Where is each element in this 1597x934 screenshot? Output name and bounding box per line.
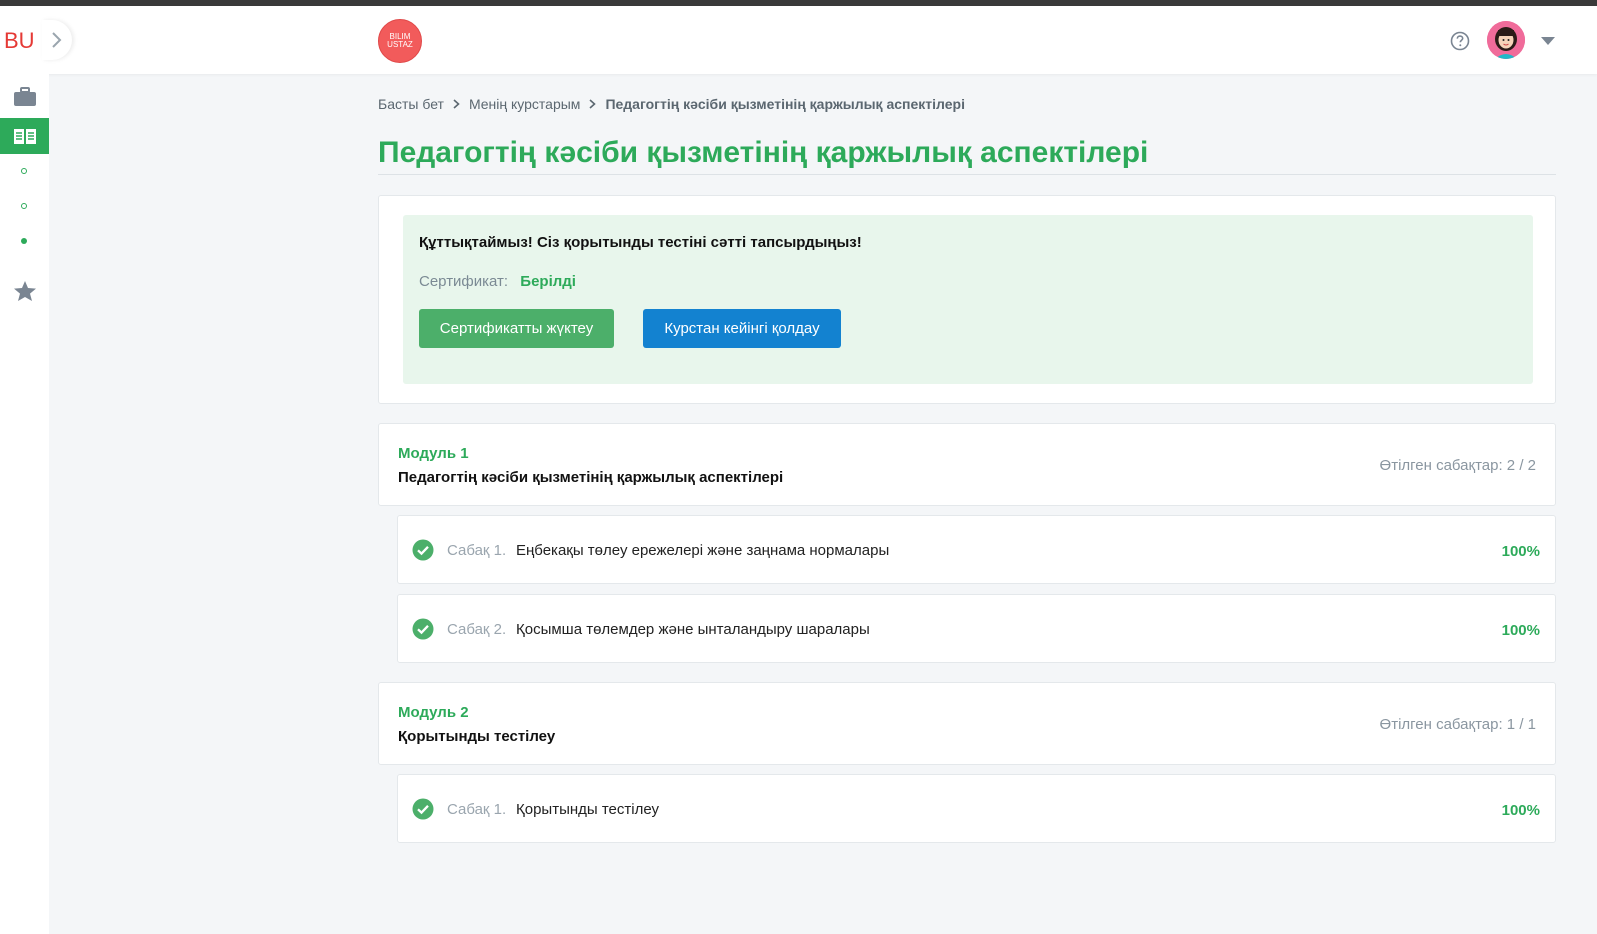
chevron-right-icon	[589, 96, 597, 112]
sidebar-subitem-2[interactable]	[21, 203, 27, 209]
bu-logo[interactable]: BU	[4, 28, 35, 54]
certificate-label: Сертификат:	[419, 273, 509, 290]
brand-logo[interactable]: BILIM USTAZ	[378, 19, 422, 63]
page-title: Педагогтің кәсіби қызметінің қаржылық ас…	[378, 136, 1149, 169]
chevron-right-icon	[52, 32, 62, 48]
avatar-image	[1487, 21, 1525, 59]
certificate-status: Сертификат: Берілді	[419, 273, 576, 290]
breadcrumb-current: Педагогтің кәсіби қызметінің қаржылық ас…	[605, 96, 965, 112]
lesson-percent: 100%	[1501, 802, 1540, 819]
module-progress: Өтілген сабақтар: 1 / 1	[1379, 716, 1536, 733]
sidebar	[0, 74, 49, 934]
congrats-message: Құттықтаймыз! Сіз қорытынды тестіні сәтт…	[419, 234, 862, 251]
lesson-item[interactable]: Сабақ 2. Қосымша төлемдер және ынталанды…	[397, 594, 1556, 663]
breadcrumb-home[interactable]: Басты бет	[378, 96, 444, 112]
sidebar-item-cabinet[interactable]	[0, 78, 49, 114]
certificate-card: Құттықтаймыз! Сіз қорытынды тестіні сәтт…	[378, 195, 1556, 404]
check-circle-icon	[412, 798, 434, 820]
check-circle-icon	[412, 618, 434, 640]
chevron-down-icon[interactable]	[1541, 37, 1555, 45]
module-card[interactable]: Модуль 1 Педагогтің кәсіби қызметінің қа…	[378, 423, 1556, 506]
header: BU BILIM USTAZ	[0, 6, 1597, 74]
download-certificate-button[interactable]: Сертификатты жүктеу	[419, 309, 614, 348]
lesson-title[interactable]: Қорытынды тестілеу	[516, 801, 659, 818]
post-course-support-button[interactable]: Курстан кейінгі қолдау	[643, 309, 841, 348]
module-label: Модуль 2	[398, 704, 469, 721]
module-label: Модуль 1	[398, 445, 469, 462]
module-title: Қорытынды тестілеу	[398, 728, 556, 745]
certificate-panel: Құттықтаймыз! Сіз қорытынды тестіні сәтт…	[403, 215, 1533, 384]
lesson-title[interactable]: Еңбекақы төлеу ережелері және заңнама но…	[516, 542, 889, 559]
sidebar-item-favorites[interactable]	[0, 272, 49, 308]
sidebar-subitem-3[interactable]	[21, 238, 27, 244]
lesson-percent: 100%	[1501, 622, 1540, 639]
book-icon	[14, 129, 36, 144]
check-circle-icon	[412, 539, 434, 561]
user-avatar[interactable]	[1487, 21, 1525, 59]
module-progress: Өтілген сабақтар: 2 / 2	[1379, 457, 1536, 474]
module-card[interactable]: Модуль 2 Қорытынды тестілеу Өтілген саба…	[378, 682, 1556, 765]
star-icon	[14, 281, 36, 301]
chevron-right-icon	[453, 96, 460, 112]
lesson-title[interactable]: Қосымша төлемдер және ынталандыру шарала…	[516, 621, 870, 638]
lesson-number: Сабақ 1.	[447, 801, 507, 818]
lesson-number: Сабақ 1.	[447, 542, 507, 559]
breadcrumb: Басты бет Менің курстарым Педагогтің кәс…	[378, 96, 965, 112]
certificate-value: Берілді	[520, 273, 576, 290]
lesson-item[interactable]: Сабақ 1. Қорытынды тестілеу 100%	[397, 774, 1556, 843]
sidebar-toggle-button[interactable]	[42, 20, 72, 60]
title-divider	[378, 174, 1556, 175]
sidebar-subitem-1[interactable]	[21, 168, 27, 174]
lesson-percent: 100%	[1501, 543, 1540, 560]
help-icon[interactable]	[1450, 31, 1470, 51]
lesson-item[interactable]: Сабақ 1. Еңбекақы төлеу ережелері және з…	[397, 515, 1556, 584]
sidebar-item-courses[interactable]	[0, 118, 49, 154]
module-title: Педагогтің кәсіби қызметінің қаржылық ас…	[398, 469, 784, 486]
lesson-number: Сабақ 2.	[447, 621, 507, 638]
brand-logo-line2: USTAZ	[387, 40, 413, 49]
briefcase-icon	[14, 87, 36, 106]
breadcrumb-courses[interactable]: Менің курстарым	[469, 96, 581, 112]
